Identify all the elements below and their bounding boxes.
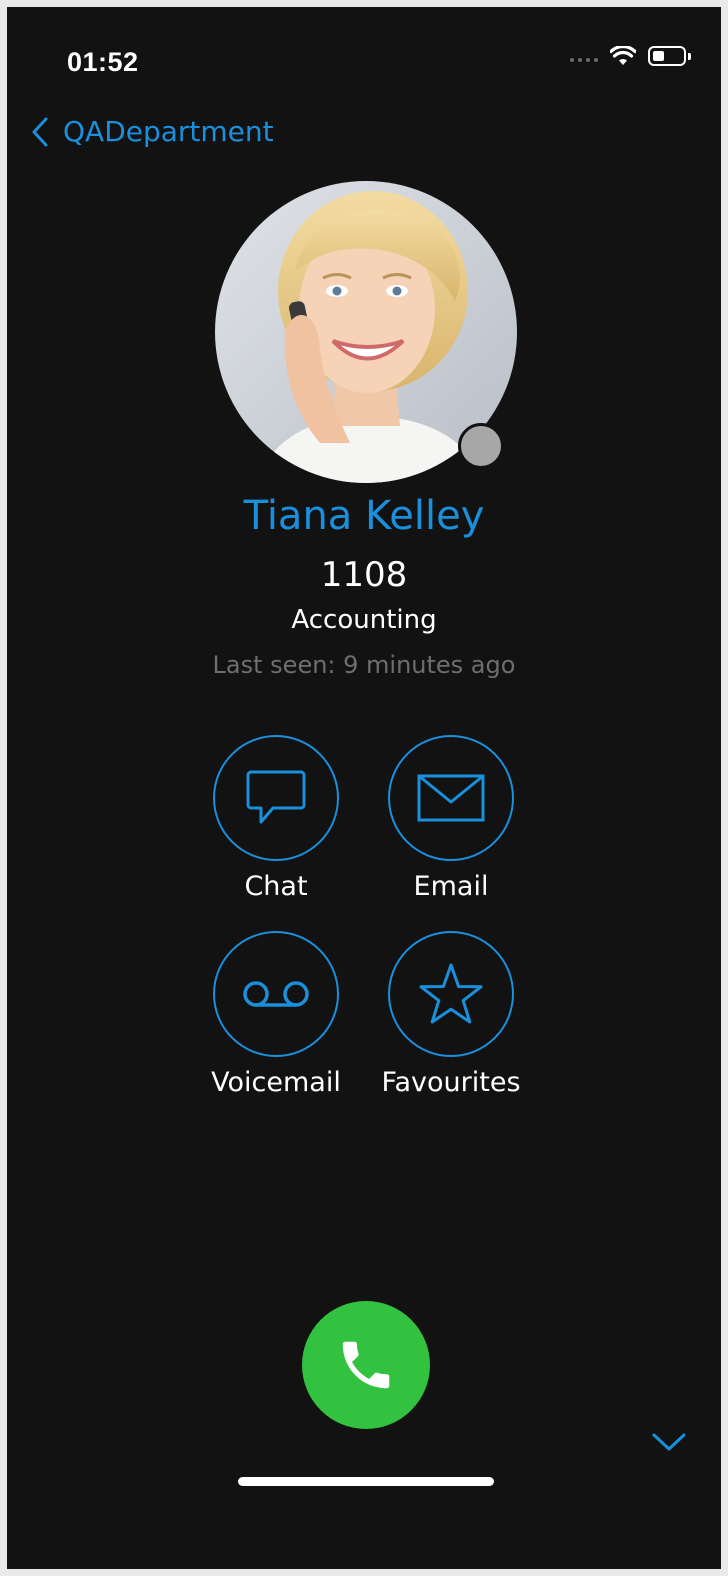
presence-status-indicator [458,423,504,469]
contact-extension: 1108 [320,555,408,595]
back-button[interactable]: QADepartment [31,115,274,148]
status-time: 01:52 [67,47,139,77]
back-label: QADepartment [63,115,274,148]
chat-bubble-icon [246,770,306,824]
battery-icon [648,46,691,66]
contact-department: Accounting [291,605,437,635]
favourites-button[interactable]: Favourites [366,931,536,1098]
chat-button[interactable]: Chat [191,735,361,902]
chat-button-circle[interactable] [213,735,339,861]
signal-dots-icon [570,50,598,62]
wifi-icon [610,46,636,65]
favourites-button-circle[interactable] [388,931,514,1057]
chevron-down-icon [652,1433,686,1451]
voicemail-label: Voicemail [211,1067,341,1098]
email-button[interactable]: Email [366,735,536,902]
email-label: Email [413,871,489,902]
status-icons [570,41,691,71]
collapse-button[interactable] [651,1431,687,1457]
home-indicator[interactable] [238,1477,494,1486]
contact-name: Tiana Kelley [243,493,485,539]
voicemail-button-circle[interactable] [213,931,339,1057]
favourites-label: Favourites [381,1067,521,1098]
phone-icon [342,1341,390,1389]
star-icon [419,963,483,1024]
voicemail-icon [243,981,309,1007]
contact-detail-screen: 01:52 QADepartment Tiana Kelley 1108 Acc… [7,7,721,1569]
chat-label: Chat [244,871,308,902]
call-button[interactable] [302,1301,430,1429]
email-button-circle[interactable] [388,735,514,861]
chevron-left-icon [32,117,48,146]
last-seen-text: Last seen: 9 minutes ago [212,651,516,679]
voicemail-button[interactable]: Voicemail [191,931,361,1098]
envelope-icon [417,774,485,822]
